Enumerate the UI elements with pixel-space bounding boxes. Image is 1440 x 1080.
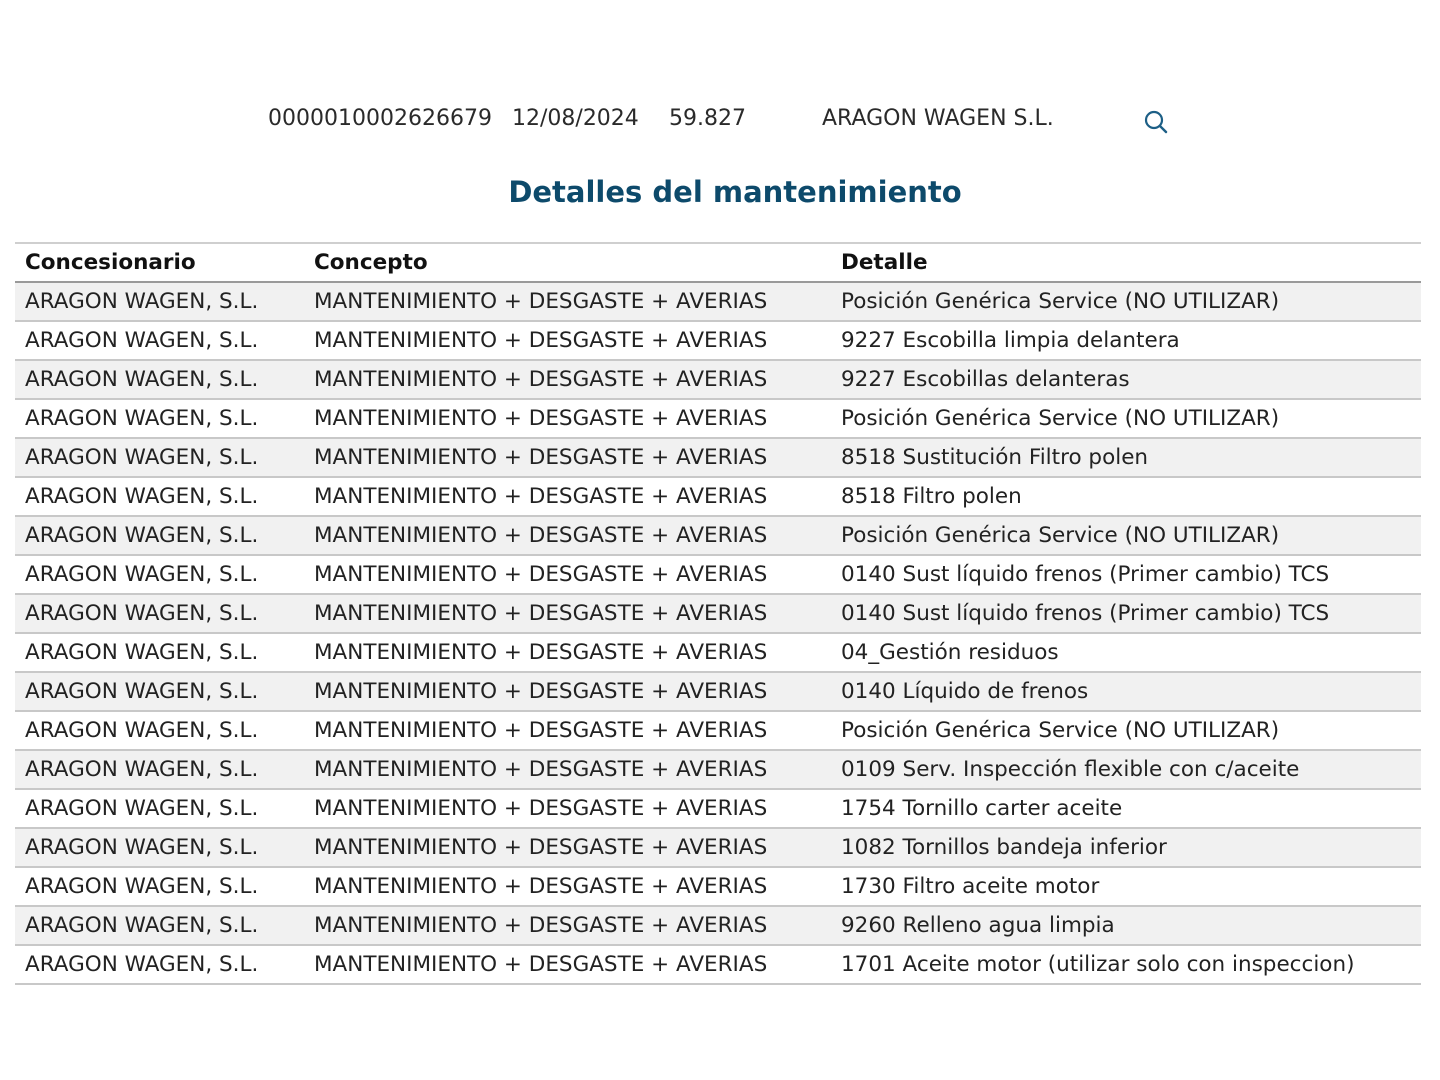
cell-dealer: ARAGON WAGEN, S.L. xyxy=(15,555,304,595)
cell-dealer: ARAGON WAGEN, S.L. xyxy=(15,516,304,556)
dealer-name: ARAGON WAGEN S.L. xyxy=(822,106,1054,131)
cell-concept: MANTENIMIENTO + DESGASTE + AVERIAS xyxy=(304,282,831,322)
cell-detail: Posición Genérica Service (NO UTILIZAR) xyxy=(831,516,1421,556)
cell-detail: 9260 Relleno agua limpia xyxy=(831,906,1421,946)
table-row: ARAGON WAGEN, S.L. MANTENIMIENTO + DESGAS… xyxy=(15,516,1421,556)
table-row: ARAGON WAGEN, S.L. MANTENIMIENTO + DESGAS… xyxy=(15,906,1421,946)
cell-detail: 1082 Tornillos bandeja inferior xyxy=(831,828,1421,868)
cell-dealer: ARAGON WAGEN, S.L. xyxy=(15,672,304,712)
cell-concept: MANTENIMIENTO + DESGASTE + AVERIAS xyxy=(304,438,831,478)
table-row: ARAGON WAGEN, S.L. MANTENIMIENTO + DESGAS… xyxy=(15,789,1421,829)
table-row: ARAGON WAGEN, S.L. MANTENIMIENTO + DESGAS… xyxy=(15,867,1421,907)
cell-detail: Posición Genérica Service (NO UTILIZAR) xyxy=(831,711,1421,751)
table-header-row: Concesionario Concepto Detalle xyxy=(15,244,1421,283)
cell-dealer: ARAGON WAGEN, S.L. xyxy=(15,633,304,673)
cell-detail: 8518 Sustitución Filtro polen xyxy=(831,438,1421,478)
cell-dealer: ARAGON WAGEN, S.L. xyxy=(15,789,304,829)
cell-dealer: ARAGON WAGEN, S.L. xyxy=(15,828,304,868)
cell-concept: MANTENIMIENTO + DESGASTE + AVERIAS xyxy=(304,828,831,868)
table-row: ARAGON WAGEN, S.L. MANTENIMIENTO + DESGAS… xyxy=(15,555,1421,595)
cell-dealer: ARAGON WAGEN, S.L. xyxy=(15,360,304,400)
cell-detail: 9227 Escobilla limpia delantera xyxy=(831,321,1421,361)
cell-dealer: ARAGON WAGEN, S.L. xyxy=(15,906,304,946)
cell-dealer: ARAGON WAGEN, S.L. xyxy=(15,945,304,985)
cell-detail: 0140 Sust líquido frenos (Primer cambio)… xyxy=(831,555,1421,595)
cell-dealer: ARAGON WAGEN, S.L. xyxy=(15,750,304,790)
table-row: ARAGON WAGEN, S.L. MANTENIMIENTO + DESGAS… xyxy=(15,711,1421,751)
table-row: ARAGON WAGEN, S.L. MANTENIMIENTO + DESGAS… xyxy=(15,399,1421,439)
column-header-concept: Concepto xyxy=(304,244,831,283)
table-row: ARAGON WAGEN, S.L. MANTENIMIENTO + DESGAS… xyxy=(15,828,1421,868)
table-row: ARAGON WAGEN, S.L. MANTENIMIENTO + DESGAS… xyxy=(15,633,1421,673)
cell-detail: 0140 Sust líquido frenos (Primer cambio)… xyxy=(831,594,1421,634)
cell-detail: 1730 Filtro aceite motor xyxy=(831,867,1421,907)
table-row: ARAGON WAGEN, S.L. MANTENIMIENTO + DESGAS… xyxy=(15,945,1421,985)
cell-concept: MANTENIMIENTO + DESGASTE + AVERIAS xyxy=(304,906,831,946)
cell-detail: 0109 Serv. Inspección flexible con c/ace… xyxy=(831,750,1421,790)
cell-detail: 8518 Filtro polen xyxy=(831,477,1421,517)
cell-detail: Posición Genérica Service (NO UTILIZAR) xyxy=(831,399,1421,439)
table-row: ARAGON WAGEN, S.L. MANTENIMIENTO + DESGAS… xyxy=(15,360,1421,400)
cell-detail: 1701 Aceite motor (utilizar solo con ins… xyxy=(831,945,1421,985)
order-number: 0000010002626679 xyxy=(268,106,492,131)
cell-concept: MANTENIMIENTO + DESGASTE + AVERIAS xyxy=(304,360,831,400)
search-button[interactable] xyxy=(1142,108,1170,136)
cell-detail: 9227 Escobillas delanteras xyxy=(831,360,1421,400)
table-row: ARAGON WAGEN, S.L. MANTENIMIENTO + DESGAS… xyxy=(15,594,1421,634)
cell-concept: MANTENIMIENTO + DESGASTE + AVERIAS xyxy=(304,867,831,907)
cell-concept: MANTENIMIENTO + DESGASTE + AVERIAS xyxy=(304,789,831,829)
cell-dealer: ARAGON WAGEN, S.L. xyxy=(15,867,304,907)
cell-dealer: ARAGON WAGEN, S.L. xyxy=(15,399,304,439)
cell-concept: MANTENIMIENTO + DESGASTE + AVERIAS xyxy=(304,399,831,439)
cell-detail: 04_Gestión residuos xyxy=(831,633,1421,673)
cell-detail: 0140 Líquido de frenos xyxy=(831,672,1421,712)
table-row: ARAGON WAGEN, S.L. MANTENIMIENTO + DESGAS… xyxy=(15,477,1421,517)
cell-concept: MANTENIMIENTO + DESGASTE + AVERIAS xyxy=(304,945,831,985)
table-row: ARAGON WAGEN, S.L. MANTENIMIENTO + DESGAS… xyxy=(15,282,1421,322)
cell-concept: MANTENIMIENTO + DESGASTE + AVERIAS xyxy=(304,594,831,634)
cell-concept: MANTENIMIENTO + DESGASTE + AVERIAS xyxy=(304,555,831,595)
mileage: 59.827 xyxy=(669,106,746,131)
cell-concept: MANTENIMIENTO + DESGASTE + AVERIAS xyxy=(304,750,831,790)
search-icon xyxy=(1144,110,1168,134)
table-row: ARAGON WAGEN, S.L. MANTENIMIENTO + DESGAS… xyxy=(15,438,1421,478)
cell-detail: Posición Genérica Service (NO UTILIZAR) xyxy=(831,282,1421,322)
column-header-dealer: Concesionario xyxy=(15,244,304,283)
column-header-detail: Detalle xyxy=(831,244,1421,283)
maintenance-details-table: Concesionario Concepto Detalle ARAGON WA… xyxy=(15,242,1421,985)
cell-dealer: ARAGON WAGEN, S.L. xyxy=(15,477,304,517)
cell-dealer: ARAGON WAGEN, S.L. xyxy=(15,594,304,634)
cell-concept: MANTENIMIENTO + DESGASTE + AVERIAS xyxy=(304,516,831,556)
cell-concept: MANTENIMIENTO + DESGASTE + AVERIAS xyxy=(304,633,831,673)
cell-dealer: ARAGON WAGEN, S.L. xyxy=(15,711,304,751)
cell-concept: MANTENIMIENTO + DESGASTE + AVERIAS xyxy=(304,477,831,517)
page-title: Detalles del mantenimiento xyxy=(508,175,962,209)
cell-concept: MANTENIMIENTO + DESGASTE + AVERIAS xyxy=(304,672,831,712)
table-row: ARAGON WAGEN, S.L. MANTENIMIENTO + DESGAS… xyxy=(15,672,1421,712)
table-row: ARAGON WAGEN, S.L. MANTENIMIENTO + DESGAS… xyxy=(15,750,1421,790)
table-row: ARAGON WAGEN, S.L. MANTENIMIENTO + DESGAS… xyxy=(15,321,1421,361)
cell-dealer: ARAGON WAGEN, S.L. xyxy=(15,321,304,361)
cell-dealer: ARAGON WAGEN, S.L. xyxy=(15,438,304,478)
cell-dealer: ARAGON WAGEN, S.L. xyxy=(15,282,304,322)
cell-concept: MANTENIMIENTO + DESGASTE + AVERIAS xyxy=(304,321,831,361)
maintenance-summary-row: 0000010002626679 12/08/2024 59.827 ARAGO… xyxy=(0,102,1440,138)
cell-concept: MANTENIMIENTO + DESGASTE + AVERIAS xyxy=(304,711,831,751)
cell-detail: 1754 Tornillo carter aceite xyxy=(831,789,1421,829)
service-date: 12/08/2024 xyxy=(512,106,639,131)
